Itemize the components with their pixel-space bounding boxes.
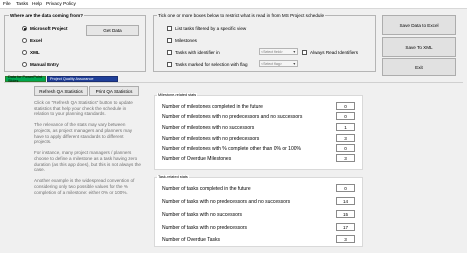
stat-label: Number of milestones completed in the fu… [162, 104, 263, 110]
stat-label: Number of milestones with no successors [162, 125, 255, 131]
print-qa-statistics-button[interactable]: Print QA Statistics [89, 86, 139, 96]
get-data-button[interactable]: Get Data [86, 25, 139, 36]
info-paragraph: Another example is the widespread conven… [34, 178, 135, 195]
info-paragraph: Click on "Refresh QA Statistics" button … [34, 100, 133, 117]
checkbox-always-read[interactable]: Always Read Identifiers [302, 50, 358, 55]
menu-tasks[interactable]: Tasks [16, 2, 28, 7]
stat-label: Number of milestones with no predecessor… [162, 136, 260, 142]
filter-title: Tick one or more boxes below to restrict… [157, 13, 326, 18]
info-paragraph: The relevance of the stats may vary betw… [34, 122, 133, 145]
menu-help[interactable]: Help [32, 2, 42, 7]
data-source-title: Where are the data coming from? [9, 13, 85, 18]
checkbox[interactable] [302, 50, 307, 55]
checkbox[interactable] [167, 26, 172, 31]
milestone-stats-title: Milestone-related stats [157, 93, 198, 97]
stat-value: 14 [336, 197, 355, 205]
save-to-xml-button[interactable]: Save To XML [382, 37, 456, 57]
radio-button[interactable] [22, 38, 27, 43]
refresh-qa-statistics-button[interactable]: Refresh QA Statistics [34, 86, 88, 96]
stat-label: Number of tasks with no predecessors [162, 225, 248, 231]
flag-select[interactable]: <Select flag> ▼ [259, 60, 298, 67]
checkbox-milestones[interactable]: Milestones [167, 38, 197, 43]
stat-value: 0 [336, 112, 355, 120]
menu-file[interactable]: File [3, 2, 11, 7]
stat-label: Number of tasks completed in the future [162, 186, 251, 192]
menu-privacy-policy[interactable]: Privacy Policy [46, 2, 76, 7]
checkbox-filtered-view[interactable]: List tasks filtered by a specific view [167, 26, 246, 31]
checkbox[interactable] [167, 38, 172, 43]
checkbox[interactable] [167, 62, 172, 67]
radio-manual-entry[interactable]: Manual Entry [22, 62, 59, 67]
stat-label: Number of tasks with no successors [162, 212, 243, 218]
stat-value: 1 [336, 123, 355, 131]
stat-value: 0 [336, 102, 355, 110]
checkbox-flag[interactable]: Tasks marked for selection with flag [167, 62, 248, 67]
radio-button[interactable] [22, 62, 27, 67]
checkbox-identifier[interactable]: Tasks with identifier in [167, 50, 220, 55]
stat-value: 15 [336, 210, 355, 218]
stat-value: 0 [336, 144, 355, 152]
stat-label: Number of tasks with no predecessors and… [162, 199, 291, 205]
qa-info-text: Click on "Refresh QA Statistics" button … [34, 100, 141, 220]
info-paragraph: For instance, many project managers / pl… [34, 150, 141, 173]
checkbox[interactable] [167, 50, 172, 55]
stat-value: 0 [336, 184, 355, 192]
radio-xml[interactable]: XML [22, 50, 40, 55]
stat-label: Number of milestones with % complete oth… [162, 146, 301, 152]
stat-value: 3 [336, 134, 355, 142]
chevron-down-icon: ▼ [292, 50, 296, 54]
stat-value: 17 [336, 223, 355, 231]
stat-label: Number of milestones with no predecessor… [162, 114, 303, 120]
chevron-down-icon: ▼ [292, 62, 296, 66]
task-stats-title: Task-related stats [157, 175, 189, 179]
radio-button[interactable] [22, 26, 27, 31]
stat-label: Number of Overdue Milestones [162, 156, 232, 162]
exit-button[interactable]: Exit [382, 58, 456, 76]
radio-button[interactable] [22, 50, 27, 55]
stat-value: 3 [336, 154, 355, 162]
stat-label: Number of Overdue Tasks [162, 237, 220, 243]
save-to-excel-button[interactable]: Save Data to Excel [382, 15, 456, 35]
radio-excel[interactable]: Excel [22, 38, 42, 43]
radio-microsoft-project[interactable]: Microsoft Project [22, 26, 68, 31]
identifier-field-select[interactable]: <Select field> ▼ [259, 48, 298, 55]
menu-bar: File Tasks Help Privacy Policy [0, 0, 467, 9]
stat-value: 3 [336, 235, 355, 243]
